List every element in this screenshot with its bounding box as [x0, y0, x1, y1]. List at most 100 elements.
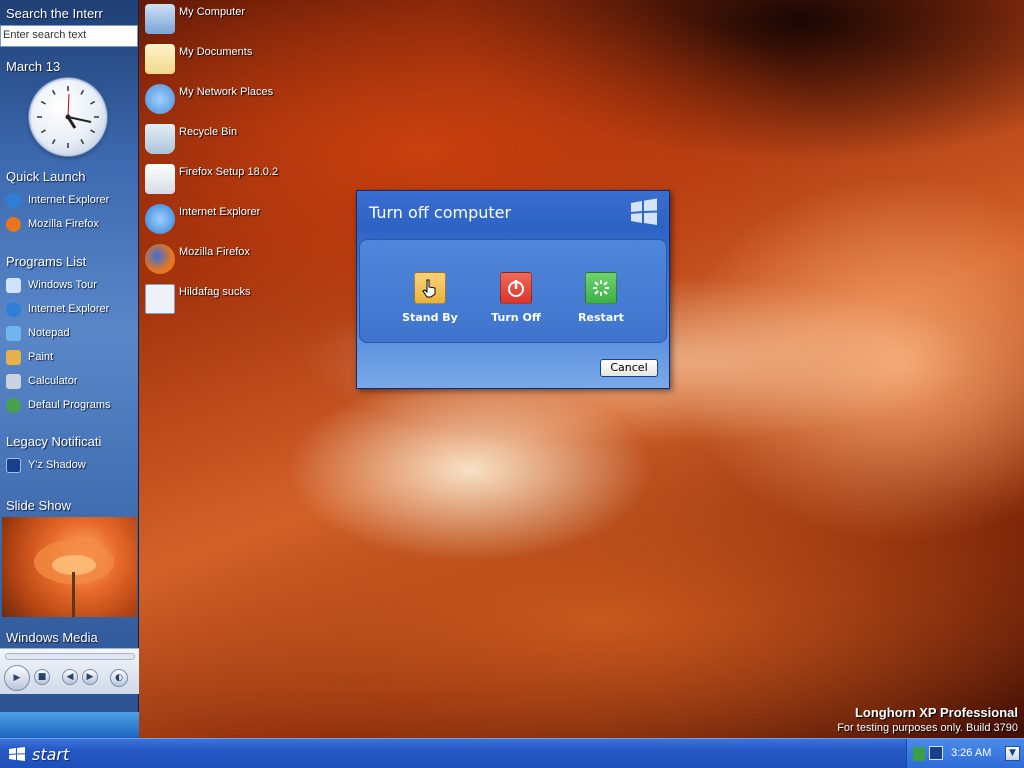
slideshow-title: Slide Show — [6, 498, 72, 513]
date-label: March 13 — [6, 59, 61, 74]
notepad-icon — [6, 325, 21, 341]
windows-tour-icon — [6, 277, 21, 293]
clock-face-icon — [37, 86, 99, 148]
item-label: Y'z Shadow — [28, 459, 86, 471]
sidebar-footer — [0, 712, 139, 738]
legacy-title: Legacy Notificati — [6, 434, 102, 449]
power-icon — [500, 272, 532, 304]
taskbar: start 3:26 AM ▼ — [0, 738, 1024, 768]
program-item[interactable]: Notepad — [0, 321, 139, 345]
item-label: Internet Explorer — [28, 303, 110, 315]
program-item[interactable]: Paint — [0, 345, 139, 369]
media-player: ▶ ■ ◀ ▶ ◐ — [0, 648, 139, 694]
next-icon: ▶ — [86, 672, 94, 682]
text-file-icon — [145, 284, 175, 314]
program-item[interactable]: Internet Explorer — [0, 297, 139, 321]
item-label: Internet Explorer — [28, 194, 110, 206]
turn-off-dialog: Turn off computer Stand By Turn Off Rest… — [356, 190, 670, 389]
installer-icon — [145, 164, 175, 194]
desktop-icon-recycle-bin[interactable]: Recycle Bin — [145, 124, 237, 154]
stand-by-button[interactable]: Stand By — [390, 272, 470, 324]
desktop-icon-my-computer[interactable]: My Computer — [145, 4, 245, 34]
system-tray: 3:26 AM ▼ — [906, 739, 1024, 768]
legacy-item[interactable]: Y'z Shadow — [0, 453, 139, 477]
standby-icon — [414, 272, 446, 304]
quick-launch-item[interactable]: Mozilla Firefox — [0, 212, 139, 236]
quick-launch-title: Quick Launch — [6, 169, 86, 184]
restart-icon — [585, 272, 617, 304]
icon-label: My Documents — [179, 46, 253, 58]
restart-label: Restart — [578, 311, 624, 324]
icon-label: Mozilla Firefox — [179, 246, 250, 258]
windows-logo-icon — [631, 198, 657, 225]
turn-off-button[interactable]: Turn Off — [476, 272, 556, 324]
previous-button[interactable]: ◀ — [62, 669, 78, 685]
icon-label: Firefox Setup 18.0.2 — [179, 166, 279, 178]
calculator-icon — [6, 373, 21, 389]
play-icon: ▶ — [13, 673, 21, 683]
yz-shadow-icon — [6, 457, 21, 473]
desktop-icon-my-documents[interactable]: My Documents — [145, 44, 252, 74]
stand-by-label: Stand By — [402, 311, 458, 324]
flower-icon — [34, 540, 114, 617]
sidebar: Search the Interr Enter search text Marc… — [0, 0, 139, 738]
paint-icon — [6, 349, 21, 365]
legacy-list: Y'z Shadow — [0, 453, 139, 477]
taskbar-clock[interactable]: 3:26 AM — [951, 747, 991, 759]
seek-bar[interactable] — [5, 653, 135, 660]
icon-label: My Network Places — [179, 86, 274, 98]
internet-explorer-icon — [6, 301, 21, 317]
slideshow-image[interactable] — [2, 517, 137, 617]
programs-title: Programs List — [6, 254, 87, 269]
hand-cursor-icon — [422, 279, 436, 298]
yz-shadow-tray-icon[interactable] — [929, 746, 943, 760]
turn-off-label: Turn Off — [491, 311, 541, 324]
icon-label: Hildafag sucks — [179, 286, 251, 298]
program-item[interactable]: Calculator — [0, 369, 139, 393]
item-label: Calculator — [28, 375, 78, 387]
firefox-icon — [145, 244, 175, 274]
item-label: Paint — [28, 351, 54, 363]
internet-explorer-icon — [6, 192, 21, 208]
search-input[interactable]: Enter search text — [0, 25, 138, 47]
icon-label: Internet Explorer — [179, 206, 261, 218]
speaker-icon: ◐ — [115, 673, 123, 683]
windows-logo-icon — [9, 747, 25, 761]
cancel-button[interactable]: Cancel — [600, 359, 658, 377]
next-button[interactable]: ▶ — [82, 669, 98, 685]
stop-button[interactable]: ■ — [34, 669, 50, 685]
desktop-icon-firefox-setup[interactable]: Firefox Setup 18.0.2 — [145, 164, 278, 194]
my-computer-icon — [145, 4, 175, 34]
desktop-icon-text-file[interactable]: Hildafag sucks — [145, 284, 251, 314]
play-button[interactable]: ▶ — [4, 665, 30, 691]
desktop-icon-firefox[interactable]: Mozilla Firefox — [145, 244, 250, 274]
item-label: Mozilla Firefox — [28, 218, 99, 230]
media-title: Windows Media — [6, 630, 98, 645]
item-label: Defaul Programs — [28, 399, 111, 411]
watermark-subtitle: For testing purposes only. Build 3790 — [837, 722, 1018, 734]
start-label: start — [32, 744, 70, 764]
network-tray-icon[interactable] — [913, 747, 925, 761]
firefox-icon — [6, 216, 21, 232]
recycle-bin-icon — [145, 124, 175, 154]
start-button[interactable]: start — [0, 739, 80, 768]
power-symbol-icon — [508, 280, 524, 297]
desktop-icon-network-places[interactable]: My Network Places — [145, 84, 273, 114]
restart-arrows-icon — [593, 280, 609, 296]
volume-button[interactable]: ◐ — [110, 669, 128, 687]
tray-expand-icon[interactable]: ▼ — [1005, 746, 1020, 761]
program-item[interactable]: Defaul Programs — [0, 393, 139, 417]
my-documents-icon — [145, 44, 175, 74]
programs-list: Windows Tour Internet Explorer Notepad P… — [0, 273, 139, 417]
program-item[interactable]: Windows Tour — [0, 273, 139, 297]
quick-launch-list: Internet Explorer Mozilla Firefox — [0, 188, 139, 236]
item-label: Windows Tour — [28, 279, 97, 291]
item-label: Notepad — [28, 327, 70, 339]
watermark-title: Longhorn XP Professional — [854, 705, 1018, 720]
desktop-icon-internet-explorer[interactable]: Internet Explorer — [145, 204, 260, 234]
analog-clock — [29, 78, 107, 156]
search-title: Search the Interr — [6, 6, 103, 21]
icon-label: My Computer — [179, 6, 246, 18]
restart-button[interactable]: Restart — [561, 272, 641, 324]
quick-launch-item[interactable]: Internet Explorer — [0, 188, 139, 212]
